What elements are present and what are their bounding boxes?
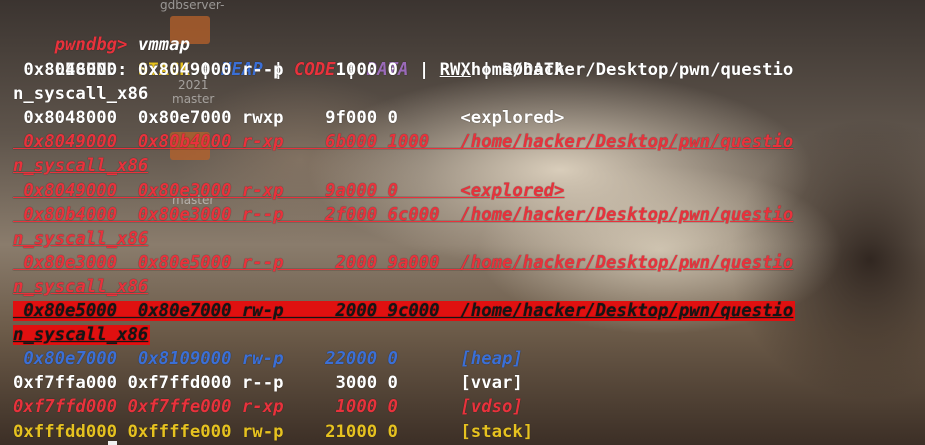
- vmmap-row-text: 0xf7ffd000 0xf7ffe000 r-xp 1000 0 [vdso]: [13, 397, 523, 418]
- vmmap-row: n_syscall_x86: [13, 227, 148, 251]
- terminal-window[interactable]: gdbserver- 2021 master master pwndbg> vm…: [0, 0, 925, 445]
- vmmap-row: 0xf7ffd000 0xf7ffe000 r-xp 1000 0 [vdso]: [13, 395, 523, 419]
- vmmap-row-text: 0x80e3000 0x80e5000 r--p 2000 9a000 /hom…: [13, 252, 794, 273]
- vmmap-row-text: 0x8048000 0x8049000 r--p 1000 0 /home/ha…: [13, 60, 794, 80]
- vmmap-row-text: 0xf7ffa000 0xf7ffd000 r--p 3000 0 [vvar]: [13, 373, 523, 394]
- vmmap-row-text: 0x80e5000 0x80e7000 rw-p 2000 9c000 /hom…: [13, 301, 796, 321]
- vmmap-row-text: n_syscall_x86: [13, 276, 149, 297]
- vmmap-row: n_syscall_x86: [13, 82, 148, 106]
- vmmap-row-text: 0x8049000 0x80e3000 r-xp 9a000 0 <explor…: [13, 180, 565, 201]
- vmmap-row: 0x80e3000 0x80e5000 r--p 2000 9a000 /hom…: [13, 251, 793, 275]
- vmmap-row: 0x80e7000 0x8109000 rw-p 22000 0 [heap]: [13, 347, 523, 371]
- command-line: pwndbg> vmmap: [13, 9, 190, 55]
- legend-line: LEGEND: STACK | HEAP | CODE | DATA | RWX…: [13, 34, 565, 80]
- vmmap-row: 0x8049000 0x80e3000 r-xp 9a000 0 <explor…: [13, 179, 564, 203]
- vmmap-row: n_syscall_x86: [13, 154, 148, 178]
- vmmap-row: 0x80e5000 0x80e7000 rw-p 2000 9c000 /hom…: [13, 299, 796, 323]
- vmmap-row: 0x8049000 0x80b4000 r-xp 6b000 1000 /hom…: [13, 130, 793, 154]
- vmmap-row: 0x80b4000 0x80e3000 r--p 2f000 6c000 /ho…: [13, 203, 793, 227]
- vmmap-row-text: 0x80b4000 0x80e3000 r--p 2f000 6c000 /ho…: [13, 204, 794, 225]
- desktop-label: master: [172, 92, 215, 106]
- vmmap-row: 0xfffdd000 0xffffe000 rw-p 21000 0 [stac…: [13, 420, 533, 444]
- vmmap-row: 0xf7ffa000 0xf7ffd000 r--p 3000 0 [vvar]: [13, 371, 523, 395]
- vmmap-row-text: 0x80e7000 0x8109000 rw-p 22000 0 [heap]: [13, 349, 523, 370]
- vmmap-row-text: n_syscall_x86: [13, 325, 151, 346]
- vmmap-row: n_syscall_x86: [13, 323, 151, 347]
- vmmap-row: 0x8048000 0x8049000 r--p 1000 0 /home/ha…: [13, 58, 793, 82]
- vmmap-row: 0x8048000 0x80e7000 rwxp 9f000 0 <explor…: [13, 106, 564, 130]
- vmmap-row-text: 0x8049000 0x80b4000 r-xp 6b000 1000 /hom…: [13, 132, 794, 153]
- vmmap-row-text: 0xfffdd000 0xffffe000 rw-p 21000 0 [stac…: [13, 421, 534, 442]
- vmmap-row: n_syscall_x86: [13, 275, 148, 299]
- vmmap-row-text: n_syscall_x86: [13, 84, 149, 105]
- vmmap-row-text: n_syscall_x86: [13, 156, 149, 177]
- vmmap-row-text: n_syscall_x86: [13, 228, 149, 249]
- vmmap-row-text: 0x8048000 0x80e7000 rwxp 9f000 0 <explor…: [13, 108, 565, 129]
- terminal-cursor: [108, 441, 117, 445]
